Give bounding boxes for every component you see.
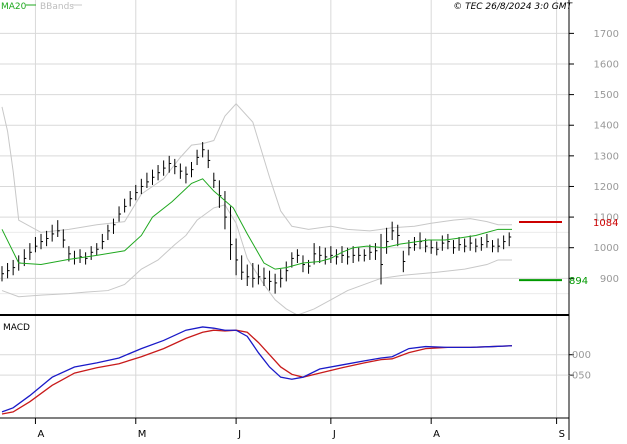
legend-ma20: MA20: [1, 2, 27, 12]
price-y-tick-label: 1600: [594, 59, 619, 70]
ma20-line: [1, 178, 512, 270]
price-y-tick-label: 1400: [594, 121, 619, 132]
price-y-tick-label: 1300: [594, 151, 619, 162]
resistance-level-label: 1084: [593, 218, 618, 229]
price-y-tick-label: 900: [600, 274, 619, 285]
legend-bbands: BBands: [40, 2, 74, 12]
x-tick-label: A: [37, 429, 44, 440]
price-y-tick-label: 1700: [594, 29, 619, 40]
x-tick-label: J: [237, 429, 241, 440]
bbands-lower-line: [1, 204, 512, 316]
macd-y-tick-label: 000: [572, 350, 591, 361]
x-tick-label: A: [433, 429, 440, 440]
support-level-label: 894: [569, 276, 588, 287]
x-tick-label: S: [559, 429, 565, 440]
macd-signal-line: [1, 329, 513, 415]
bbands-upper-line: [1, 103, 512, 233]
macd-series: [1, 326, 513, 415]
price-y-tick-label: 1200: [594, 182, 619, 193]
source-stamp: © TEC 26/8/2024 3:0 GMT: [453, 2, 573, 12]
macd-y-tick-label: -050: [568, 371, 591, 382]
macd-panel-title: MACD: [3, 323, 30, 333]
chart-canvas: MA20 BBands © TEC 26/8/2024 3:0 GMT MACD…: [0, 0, 619, 440]
grid-lines: [0, 0, 569, 418]
x-tick-label: M: [138, 429, 147, 440]
stock-chart: MA20 BBands © TEC 26/8/2024 3:0 GMT MACD…: [0, 0, 627, 440]
price-series: [1, 103, 562, 316]
macd-line: [1, 326, 513, 413]
price-y-tick-label: 1500: [594, 90, 619, 101]
price-y-tick-label: 1000: [594, 243, 619, 254]
x-tick-label: J: [332, 429, 336, 440]
